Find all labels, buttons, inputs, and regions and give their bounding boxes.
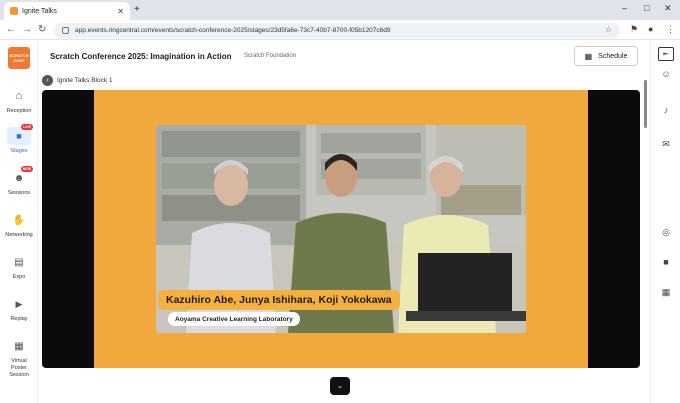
window-close-icon[interactable]: ✕: [664, 3, 672, 14]
calendar-icon[interactable]: ▦: [651, 287, 680, 298]
nav-item-networking[interactable]: ✋ Networking: [0, 211, 38, 239]
tab-close-icon[interactable]: ✕: [117, 7, 124, 16]
schedule-button[interactable]: ▦ Schedule: [574, 46, 638, 66]
nav-item-expo[interactable]: ▤ Expo: [0, 253, 38, 281]
home-icon: ⌂: [15, 90, 23, 102]
storefront-icon: ▤: [14, 256, 24, 268]
nav-label-reception: Reception: [6, 108, 32, 114]
nav-label-stages: Stages: [10, 148, 28, 154]
browser-tab[interactable]: Ignite Talks ✕: [4, 2, 130, 20]
bell-icon[interactable]: ♪: [651, 105, 680, 115]
video-camera-icon: ■: [16, 131, 22, 141]
back-chevron-icon[interactable]: ‹: [42, 75, 53, 86]
extensions-icon[interactable]: ⚑: [630, 24, 638, 35]
user-avatar-icon[interactable]: ☺: [651, 69, 680, 79]
tab-title: Ignite Talks: [22, 7, 57, 15]
event-header: Scratch Conference 2025: Imagination in …: [38, 41, 648, 71]
video-icon[interactable]: ■: [651, 257, 680, 267]
chevron-down-icon: ⌄: [337, 383, 343, 390]
nav-item-reception[interactable]: ⌂ Reception: [0, 87, 38, 114]
forward-arrow-icon[interactable]: →: [22, 24, 32, 35]
bookmark-star-icon[interactable]: ☆: [605, 25, 612, 34]
nav-label-networking: Networking: [5, 232, 33, 238]
back-arrow-icon[interactable]: ←: [6, 24, 16, 35]
site-favicon-icon: [10, 7, 18, 15]
video-player[interactable]: Kazuhiro Abe, Junya Ishihara, Koji Yokok…: [42, 90, 640, 368]
browser-menu-icon[interactable]: ⋮: [666, 24, 675, 35]
nav-label-sessions: Sessions: [7, 190, 31, 196]
people-icon: ☻: [13, 172, 25, 184]
expand-chevron-button[interactable]: ⌄: [330, 377, 350, 395]
minimize-icon[interactable]: –: [622, 3, 627, 13]
nav-label-virtual-poster-session: Virtual Poster Session: [9, 358, 29, 378]
poster-icon: ▦: [14, 340, 24, 352]
browser-toolbar: ← → ↻ app.events.ringcentral.com/events/…: [0, 20, 680, 40]
nav-item-virtual-poster-session[interactable]: ▦ Virtual Poster Session: [0, 337, 38, 379]
globe-icon[interactable]: ◎: [651, 227, 680, 238]
breadcrumb: ‹ Ignite Talks Block 1: [42, 75, 113, 86]
url-text: app.events.ringcentral.com/events/scratc…: [75, 27, 391, 34]
event-title: Scratch Conference 2025: Imagination in …: [50, 52, 232, 61]
schedule-label: Schedule: [598, 52, 628, 60]
organizer-name[interactable]: Scratch Foundation: [244, 53, 296, 59]
handshake-icon: ✋: [12, 214, 26, 226]
profile-avatar-icon[interactable]: ●: [648, 24, 653, 34]
nav-label-replay: Replay: [10, 316, 28, 322]
nav-item-sessions[interactable]: ☻ NEW Sessions: [0, 166, 38, 196]
nav-item-stages[interactable]: ■ LIVE Stages: [0, 124, 38, 154]
nav-item-replay[interactable]: ▶ Replay: [0, 295, 38, 323]
breadcrumb-label: Ignite Talks Block 1: [57, 77, 113, 84]
scrollbar-thumb[interactable]: [644, 80, 647, 128]
new-badge: NEW: [20, 166, 33, 172]
new-tab-icon[interactable]: +: [134, 4, 140, 15]
event-logo[interactable]: SCRATCH CONF: [8, 47, 30, 69]
right-rail: ⇤ ☺ ♪ ✉ ◎ ■ ▦: [650, 41, 680, 403]
mail-icon[interactable]: ✉: [651, 139, 680, 150]
maximize-icon[interactable]: □: [644, 3, 649, 13]
play-circle-icon: ▶: [15, 298, 23, 309]
nav-label-expo: Expo: [12, 274, 26, 280]
speakers-caption: Kazuhiro Abe, Junya Ishihara, Koji Yokok…: [158, 290, 400, 310]
reload-icon[interactable]: ↻: [38, 24, 46, 35]
live-badge: LIVE: [21, 124, 33, 130]
affiliation-caption: Aoyama Creative Learning Laboratory: [168, 312, 300, 326]
address-bar[interactable]: app.events.ringcentral.com/events/scratc…: [54, 23, 620, 38]
calendar-icon: ▦: [584, 51, 593, 61]
site-info-icon[interactable]: [62, 27, 69, 34]
collapse-panel-icon[interactable]: ⇤: [658, 47, 674, 61]
browser-tab-strip: Ignite Talks ✕ + – □ ✕: [0, 0, 680, 20]
event-sidebar: SCRATCH CONF ⌂ Reception ■ LIVE Stages ☻…: [0, 41, 38, 403]
